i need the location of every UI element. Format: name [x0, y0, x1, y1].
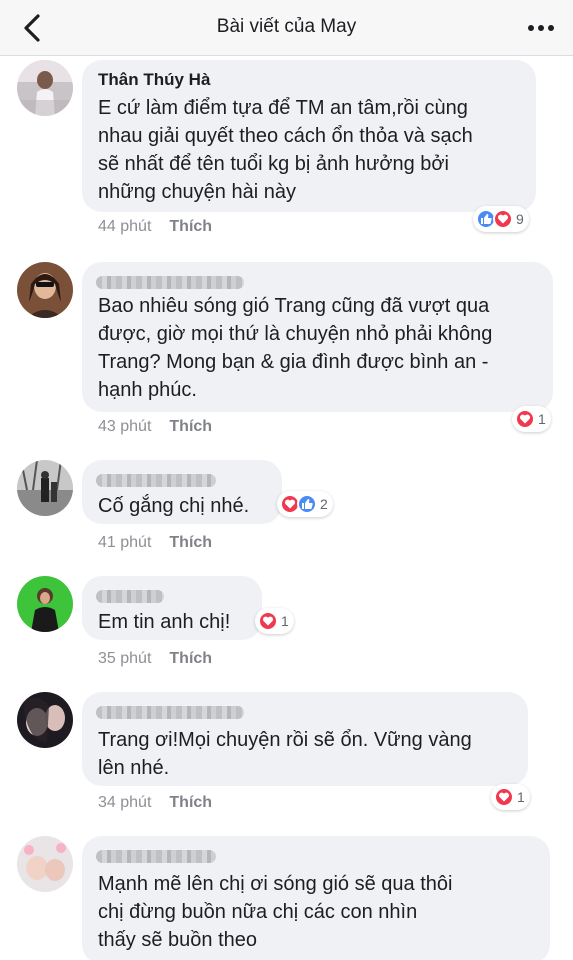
comment-text: E cứ làm điểm tựa để TM an tâm,rồi cùng …: [98, 94, 473, 206]
like-button[interactable]: Thích: [169, 418, 212, 435]
commenter-avatar[interactable]: [17, 262, 73, 318]
comment-text: Mạnh mẽ lên chị ơi sóng gió sẽ qua thôi …: [98, 870, 452, 954]
comment-meta: 43 phút Thích: [98, 418, 212, 436]
comment-bubble: Mạnh mẽ lên chị ơi sóng gió sẽ qua thôi …: [82, 836, 550, 960]
reaction-summary[interactable]: 9: [473, 206, 529, 232]
love-reaction-icon: [494, 787, 514, 807]
comment-time: 43 phút: [98, 418, 152, 435]
blurred-author-name[interactable]: [96, 474, 216, 487]
comment-time: 34 phút: [98, 794, 152, 811]
comment-line: E cứ làm điểm tựa để TM an tâm,rồi cùng: [98, 97, 468, 119]
comment-line: nhau giải quyết theo cách ổn thỏa và sạc…: [98, 125, 473, 147]
love-reaction-icon: [493, 209, 513, 229]
comment-line: lên nhé.: [98, 757, 170, 779]
commenter-avatar[interactable]: [17, 460, 73, 516]
blurred-author-name[interactable]: [96, 590, 164, 603]
reaction-summary[interactable]: 1: [512, 406, 551, 432]
reaction-summary[interactable]: 1: [491, 784, 530, 810]
comment-line: chị đừng buồn nữa chị các con nhìn: [98, 901, 418, 923]
comment-bubble: Trang ơi!Mọi chuyện rồi sẽ ổn. Vững vàng…: [82, 692, 528, 786]
comment-line: được, giờ mọi thứ là chuyện nhỏ phải khô…: [98, 323, 493, 345]
comment-line: Em tin anh chị!: [98, 611, 231, 633]
comment-text: Em tin anh chị!: [98, 608, 230, 636]
comment-time: 44 phút: [98, 218, 152, 235]
reaction-summary[interactable]: 2: [277, 491, 333, 517]
love-reaction-icon: [258, 611, 278, 631]
reaction-count: 2: [320, 496, 328, 512]
comment-line: hạnh phúc.: [98, 379, 197, 401]
comment-meta: 41 phút Thích: [98, 534, 212, 552]
commenter-avatar[interactable]: [17, 836, 73, 892]
like-button[interactable]: Thích: [169, 650, 212, 667]
comment-text: Cố gắng chị nhé.: [98, 492, 249, 520]
comment-bubble: Thân Thúy Hà E cứ làm điểm tựa để TM an …: [82, 60, 536, 212]
comment-time: 35 phút: [98, 650, 152, 667]
like-reaction-icon: [297, 494, 317, 514]
blurred-author-name[interactable]: [96, 850, 216, 863]
comment-author[interactable]: Thân Thúy Hà: [98, 70, 210, 90]
like-button[interactable]: Thích: [169, 794, 212, 811]
reaction-count: 1: [281, 613, 289, 629]
comment-line: những chuyện hài này: [98, 181, 296, 203]
comment-line: sẽ nhất để tên tuổi kg bị ảnh hưởng bởi: [98, 153, 449, 175]
blurred-author-name[interactable]: [96, 706, 244, 719]
comment-line: Cố gắng chị nhé.: [98, 495, 250, 517]
reaction-count: 9: [516, 211, 524, 227]
top-navigation-bar: Bài viết của May: [0, 0, 573, 56]
love-reaction-icon: [515, 409, 535, 429]
comment-line: Mạnh mẽ lên chị ơi sóng gió sẽ qua thôi: [98, 873, 453, 895]
comment-meta: 44 phút Thích: [98, 218, 212, 236]
comment-line: Trang ơi!Mọi chuyện rồi sẽ ổn. Vững vàng: [98, 729, 472, 751]
comment-bubble: Em tin anh chị!: [82, 576, 262, 640]
more-options-icon[interactable]: [523, 14, 559, 42]
page-title: Bài viết của May: [216, 16, 357, 37]
like-button[interactable]: Thích: [169, 218, 212, 235]
comment-bubble: Bao nhiêu sóng gió Trang cũng đã vượt qu…: [82, 262, 553, 412]
reaction-summary[interactable]: 1: [255, 608, 294, 634]
comment-line: Trang? Mong bạn & gia đình được bình an …: [98, 351, 489, 373]
comment-bubble: Cố gắng chị nhé.: [82, 460, 282, 524]
comment-line: thấy sẽ buồn theo: [98, 929, 258, 951]
commenter-avatar[interactable]: [17, 692, 73, 748]
reaction-count: 1: [538, 411, 546, 427]
commenter-avatar[interactable]: [17, 60, 73, 116]
blurred-author-name[interactable]: [96, 276, 244, 289]
comment-meta: 34 phút Thích: [98, 794, 212, 812]
comment-text: Trang ơi!Mọi chuyện rồi sẽ ổn. Vững vàng…: [98, 726, 472, 782]
comment-line: Bao nhiêu sóng gió Trang cũng đã vượt qu…: [98, 295, 490, 317]
comment-meta: 35 phút Thích: [98, 650, 212, 668]
like-button[interactable]: Thích: [169, 534, 212, 551]
comment-time: 41 phút: [98, 534, 152, 551]
comment-text: Bao nhiêu sóng gió Trang cũng đã vượt qu…: [98, 292, 492, 404]
reaction-count: 1: [517, 789, 525, 805]
commenter-avatar[interactable]: [17, 576, 73, 632]
